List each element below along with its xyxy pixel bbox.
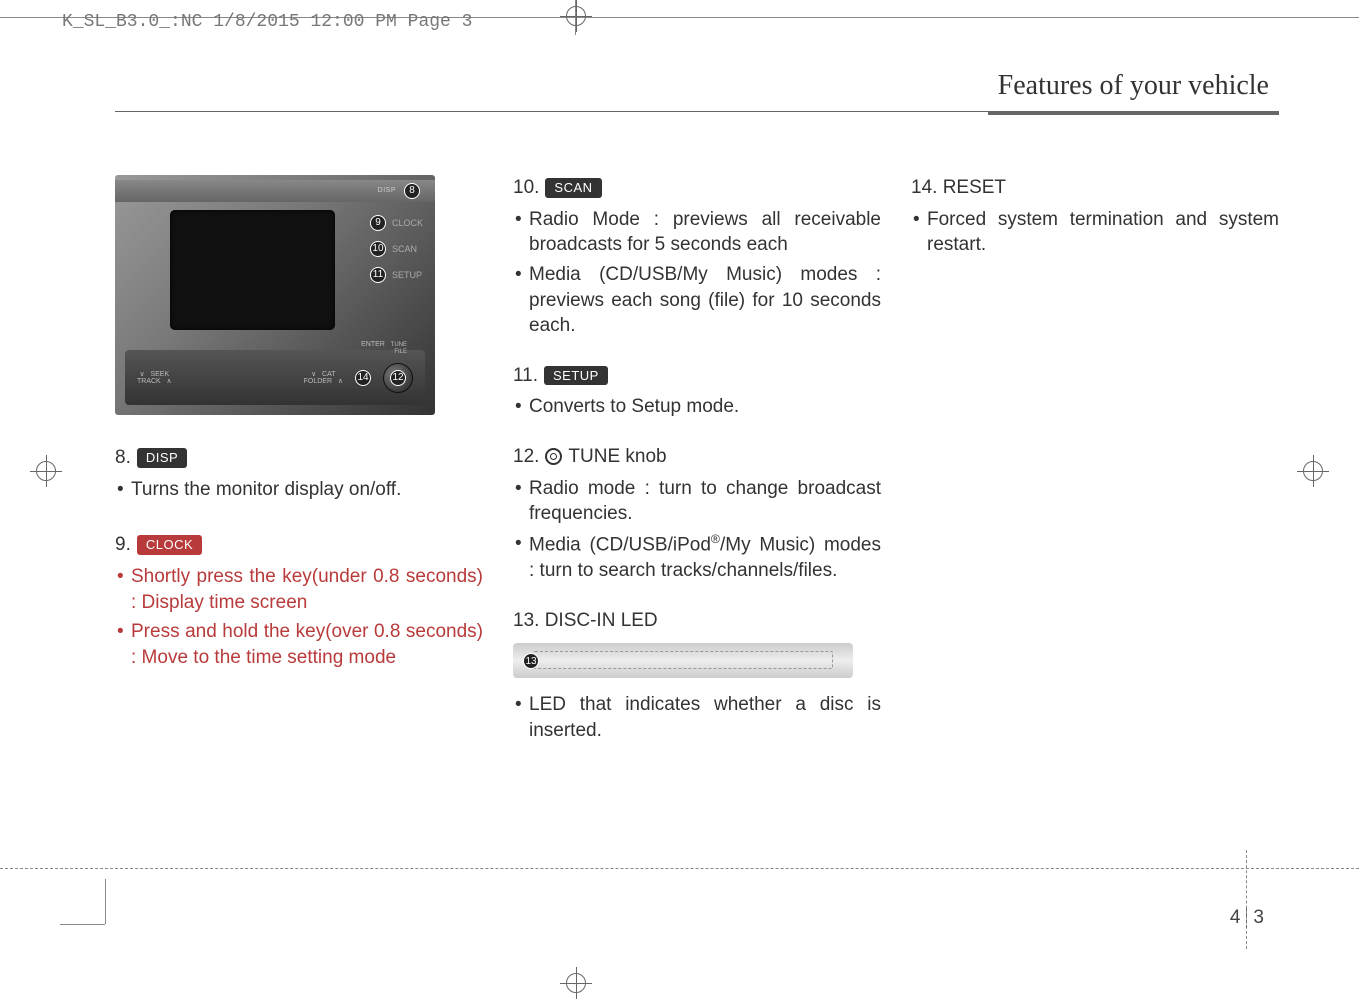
callout-14-icon: 14: [355, 370, 371, 386]
chapter-number: 4: [1230, 907, 1241, 929]
callout-8-icon: 8: [404, 183, 420, 199]
item-14-title: 14. RESET: [911, 175, 1006, 201]
cut-mark-bottom-left: [60, 924, 105, 969]
item-13-bullet: LED that indicates whether a disc is ins…: [513, 692, 881, 743]
scan-button-label: SCAN: [545, 178, 601, 198]
title-rule-bold: [988, 112, 1279, 115]
dash-seek-track: ∨ SEEKTRACK ∧: [137, 371, 172, 385]
callout-9-icon: 9: [370, 215, 386, 231]
registration-mark-right: [1297, 455, 1329, 487]
registration-mark-left: [30, 455, 62, 487]
disp-button-label: DISP: [137, 448, 187, 468]
item-8-bullet: Turns the monitor display on/off.: [115, 477, 483, 503]
callout-13-icon: 13: [523, 653, 539, 669]
dash-label-scan: SCAN: [392, 243, 417, 255]
item-9-bullet-2: Press and hold the key(over 0.8 seconds)…: [115, 619, 483, 670]
dash-cat-folder: ∨ CATFOLDER ∧: [304, 371, 343, 385]
item-9-number: 9.: [115, 532, 131, 558]
item-10-bullet-2: Media (CD/USB/My Music) modes : previews…: [513, 262, 881, 339]
dash-label-disp: DISP: [378, 186, 396, 195]
page-number: 4 3: [1230, 907, 1264, 929]
callout-10-icon: 10: [370, 241, 386, 257]
item-14-bullet: Forced system termination and system res…: [911, 207, 1279, 258]
item-11-bullet: Converts to Setup mode.: [513, 394, 881, 420]
dash-label-clock: CLOCK: [392, 217, 423, 229]
dashed-line-bottom: [0, 868, 1359, 869]
page-no: 3: [1253, 907, 1264, 929]
item-10-bullet-1: Radio Mode : previews all receivable bro…: [513, 207, 881, 258]
item-8-number: 8.: [115, 445, 131, 471]
dashed-line-right: [1246, 850, 1247, 949]
item-12-suffix: TUNE knob: [568, 444, 666, 470]
column-1: DISP 8 9 CLOCK 10 SCAN 11 SETUP ∨ SEEKTRACK…: [115, 175, 483, 750]
item-10-number: 10.: [513, 175, 539, 201]
dash-screen: [170, 210, 335, 330]
item-12-bullet-2: Media (CD/USB/iPod®/My Music) modes : tu…: [513, 531, 881, 584]
item-12-number: 12.: [513, 444, 539, 470]
disc-led-photo: 13: [513, 643, 853, 678]
section-title: Features of your vehicle: [115, 70, 1279, 107]
clock-button-label: CLOCK: [137, 535, 202, 555]
item-12-bullet-1: Radio mode : turn to change broadcast fr…: [513, 476, 881, 527]
callout-11-icon: 11: [370, 267, 386, 283]
registration-mark-top: [560, 0, 592, 32]
page-separator: [1246, 908, 1247, 928]
print-header-slug: K_SL_B3.0_:NC 1/8/2015 12:00 PM Page 3: [62, 12, 472, 32]
dash-label-setup: SETUP: [392, 269, 422, 281]
setup-button-label: SETUP: [544, 366, 608, 386]
head-unit-photo: DISP 8 9 CLOCK 10 SCAN 11 SETUP ∨ SEEKTRACK…: [115, 175, 435, 415]
column-2: 10. SCAN Radio Mode : previews all recei…: [513, 175, 881, 750]
registration-mark-bottom: [560, 967, 592, 999]
item-11-number: 11.: [513, 363, 538, 389]
column-3: 14. RESET Forced system termination and …: [911, 175, 1279, 750]
item-13-title: 13. DISC-IN LED: [513, 608, 658, 634]
tune-knob-icon: 12: [383, 363, 413, 393]
item-9-bullet-1: Shortly press the key(under 0.8 seconds)…: [115, 564, 483, 615]
dash-enter-tune: ENTER TUNEFILE: [361, 341, 407, 355]
callout-12-icon: 12: [390, 370, 406, 386]
tune-knob-ring-icon: [545, 448, 562, 465]
